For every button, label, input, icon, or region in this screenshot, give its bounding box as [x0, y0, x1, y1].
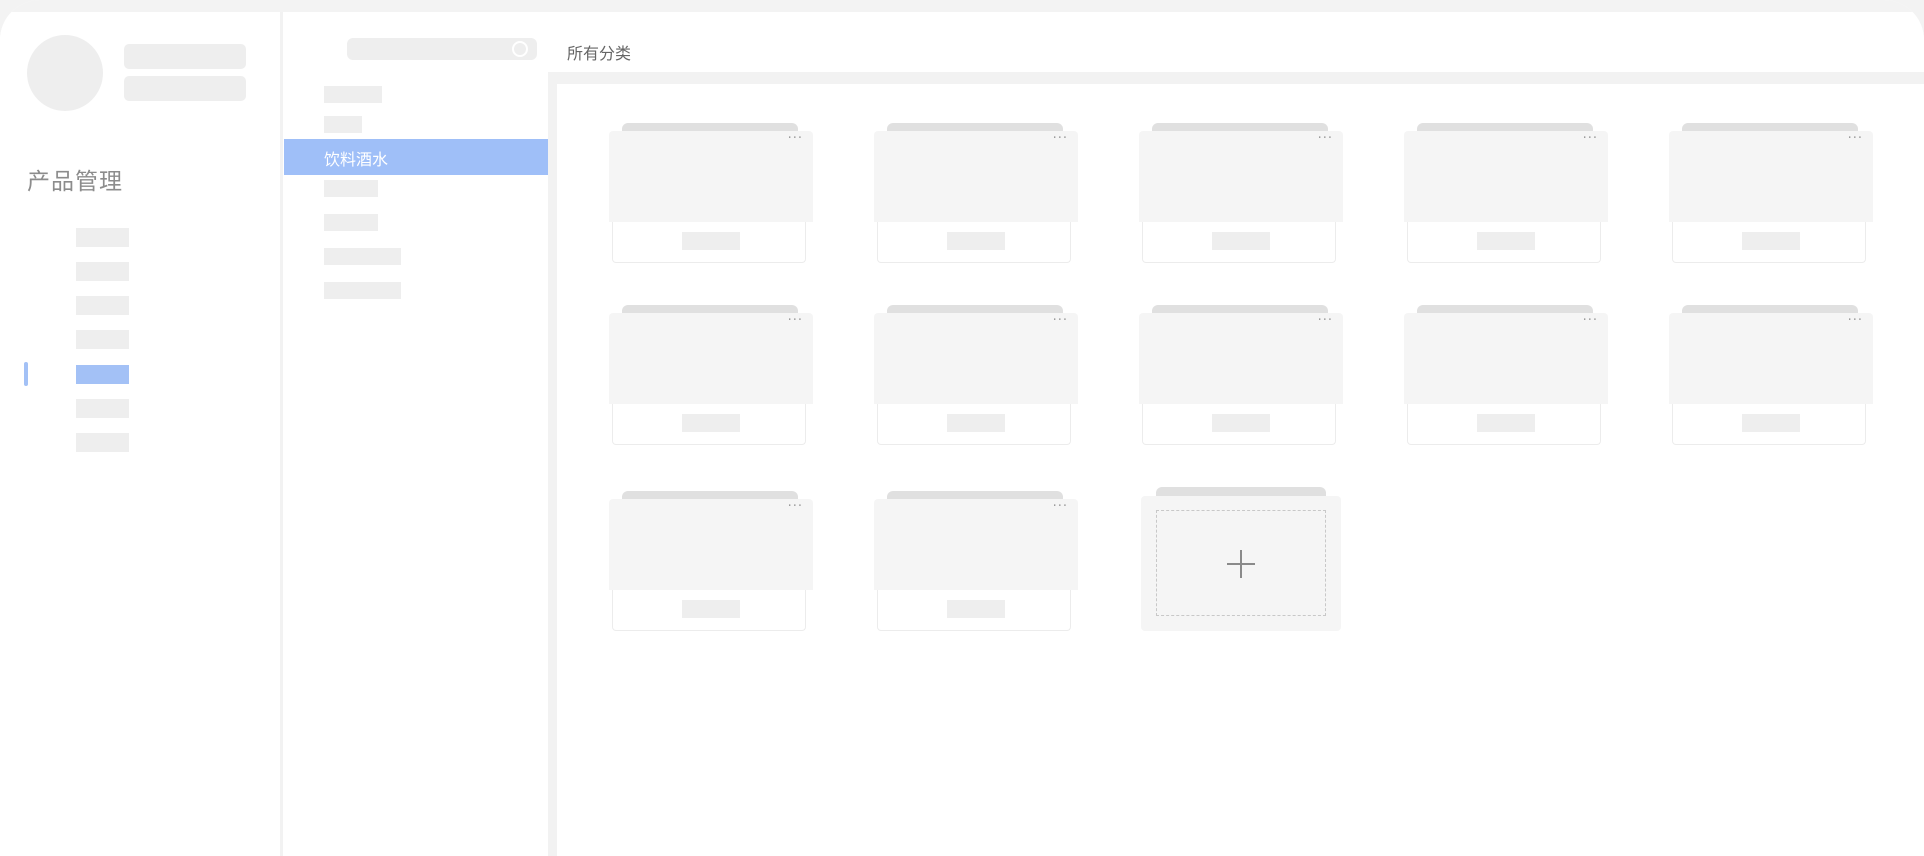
card-footer [1407, 222, 1601, 263]
card-label [947, 414, 1005, 432]
more-icon[interactable]: ··· [1053, 314, 1068, 327]
card-thumbnail[interactable] [1404, 131, 1608, 222]
category-item[interactable] [324, 86, 382, 103]
card-footer [877, 590, 1071, 631]
card-label [1477, 414, 1535, 432]
card-thumbnail[interactable] [1404, 313, 1608, 404]
card-footer [1142, 404, 1336, 445]
more-icon[interactable]: ··· [1053, 500, 1068, 513]
avatar[interactable] [27, 35, 103, 111]
card-thumbnail[interactable] [1669, 131, 1873, 222]
product-card[interactable]: ··· [609, 123, 813, 265]
sidebar-item[interactable] [76, 399, 129, 418]
product-card[interactable]: ··· [874, 305, 1078, 447]
card-footer [1142, 222, 1336, 263]
sidebar-item[interactable] [76, 296, 129, 315]
search-icon[interactable] [512, 41, 528, 57]
category-item-active-label: 饮料酒水 [324, 150, 389, 169]
card-thumbnail[interactable] [609, 499, 813, 590]
card-footer [612, 404, 806, 445]
product-card[interactable]: ··· [1139, 305, 1343, 447]
more-icon[interactable]: ··· [788, 500, 803, 513]
more-icon[interactable]: ··· [788, 132, 803, 145]
breadcrumb[interactable]: 所有分类 [567, 40, 631, 64]
card-thumbnail[interactable] [1139, 313, 1343, 404]
sidebar-item[interactable] [76, 330, 129, 349]
product-card[interactable]: ··· [609, 305, 813, 447]
user-name-placeholder [124, 44, 246, 69]
product-card[interactable]: ··· [1404, 123, 1608, 265]
category-item[interactable] [324, 180, 378, 197]
sidebar-item-active[interactable] [76, 365, 129, 384]
add-product-card[interactable] [1141, 487, 1341, 631]
card-thumbnail[interactable] [609, 131, 813, 222]
card-thumbnail[interactable] [874, 313, 1078, 404]
card-footer [1672, 404, 1866, 445]
card-thumbnail[interactable] [1139, 131, 1343, 222]
card-label [1477, 232, 1535, 250]
user-role-placeholder [124, 76, 246, 101]
category-item[interactable] [324, 282, 401, 299]
sidebar-item[interactable] [76, 262, 129, 281]
card-label [1212, 232, 1270, 250]
sidebar [0, 12, 280, 856]
category-item[interactable] [324, 248, 401, 265]
card-footer [877, 404, 1071, 445]
more-icon[interactable]: ··· [788, 314, 803, 327]
category-item-active[interactable]: 饮料酒水 [284, 139, 549, 175]
more-icon[interactable]: ··· [1053, 132, 1068, 145]
card-label [682, 232, 740, 250]
more-icon[interactable]: ··· [1318, 132, 1333, 145]
more-icon[interactable]: ··· [1848, 314, 1863, 327]
window-top-strip [0, 0, 1924, 12]
category-search-input[interactable] [347, 38, 537, 60]
product-card[interactable]: ··· [1404, 305, 1608, 447]
card-footer [877, 222, 1071, 263]
category-item[interactable] [324, 214, 378, 231]
category-item[interactable] [324, 116, 362, 133]
card-label [1212, 414, 1270, 432]
card-label [947, 600, 1005, 618]
more-icon[interactable]: ··· [1848, 132, 1863, 145]
plus-icon[interactable] [1227, 550, 1255, 578]
add-card-body[interactable] [1141, 496, 1341, 631]
product-card[interactable]: ··· [874, 491, 1078, 633]
card-label [1742, 414, 1800, 432]
add-card-dropzone[interactable] [1156, 510, 1326, 616]
card-thumbnail[interactable] [1669, 313, 1873, 404]
card-footer [612, 590, 806, 631]
app-window: 产品管理 饮料酒水 所有分类 ··· ··· ··· ··· ··· ··· ·… [0, 0, 1924, 856]
product-card[interactable]: ··· [609, 491, 813, 633]
main-header [557, 12, 1924, 72]
card-footer [1407, 404, 1601, 445]
sidebar-active-indicator [24, 362, 28, 386]
card-footer [1672, 222, 1866, 263]
more-icon[interactable]: ··· [1318, 314, 1333, 327]
product-card[interactable]: ··· [1139, 123, 1343, 265]
card-label [1742, 232, 1800, 250]
card-thumbnail[interactable] [874, 499, 1078, 590]
card-label [947, 232, 1005, 250]
product-card[interactable]: ··· [1669, 305, 1873, 447]
sidebar-item[interactable] [76, 228, 129, 247]
module-title: 产品管理 [27, 169, 123, 195]
card-thumbnail[interactable] [874, 131, 1078, 222]
header-separator [548, 72, 1924, 84]
card-label [682, 600, 740, 618]
sidebar-item[interactable] [76, 433, 129, 452]
more-icon[interactable]: ··· [1583, 132, 1598, 145]
card-footer [612, 222, 806, 263]
card-thumbnail[interactable] [609, 313, 813, 404]
category-divider [548, 72, 557, 856]
card-label [682, 414, 740, 432]
product-card[interactable]: ··· [874, 123, 1078, 265]
more-icon[interactable]: ··· [1583, 314, 1598, 327]
product-card[interactable]: ··· [1669, 123, 1873, 265]
